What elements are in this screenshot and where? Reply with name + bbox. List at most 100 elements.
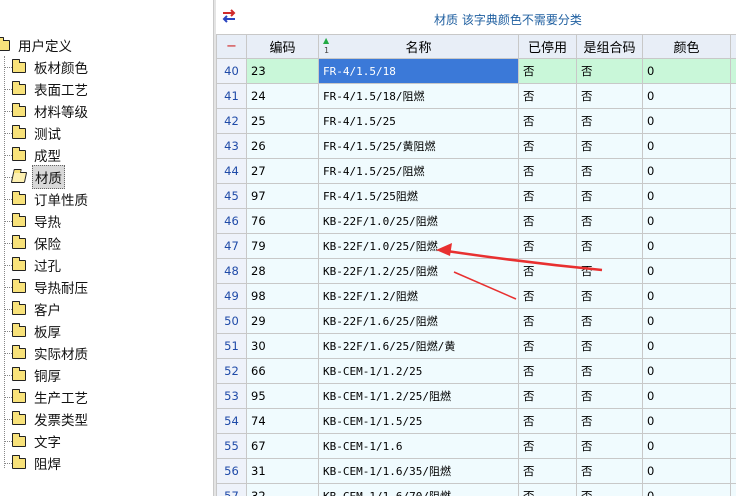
swap-arrows-icon[interactable] <box>221 9 237 23</box>
color-cell[interactable]: 0 <box>642 233 731 259</box>
is-combo-cell[interactable]: 否 <box>576 408 643 434</box>
table-row[interactable]: 55 67 KB-CEM-1/1.6 否否 0 <box>216 433 736 459</box>
column-header-color[interactable]: 颜色 <box>642 34 731 59</box>
tree-item[interactable]: 发票类型 <box>0 408 90 430</box>
code-cell[interactable]: 30 <box>246 333 319 359</box>
table-row[interactable]: 56 31 KB-CEM-1/1.6/35/阻燃否否 0 <box>216 458 736 484</box>
row-index-cell[interactable]: 45 <box>216 183 247 209</box>
name-cell[interactable]: KB-22F/1.2/阻燃 <box>318 283 519 309</box>
is-combo-cell[interactable]: 否 <box>576 308 643 334</box>
is-combo-cell[interactable]: 否 <box>576 233 643 259</box>
is-combo-cell[interactable]: 否 <box>576 483 643 496</box>
tree-root[interactable]: 用户定义 <box>0 35 74 55</box>
is-combo-cell[interactable]: 否 <box>576 133 643 159</box>
tree-item[interactable]: 材质 <box>0 165 65 189</box>
code-cell[interactable]: 66 <box>246 358 319 384</box>
color-cell[interactable]: 0 <box>642 108 731 134</box>
color-cell[interactable]: 0 <box>642 183 731 209</box>
is-combo-cell[interactable]: 否 <box>576 258 643 284</box>
tree-item[interactable]: 板厚 <box>0 320 63 342</box>
tree-item[interactable]: 材料等级 <box>0 100 90 122</box>
is-combo-cell[interactable]: 否 <box>576 83 643 109</box>
color-cell[interactable]: 0 <box>642 58 731 84</box>
row-index-cell[interactable]: 48 <box>216 258 247 284</box>
disabled-cell[interactable]: 否 <box>518 208 577 234</box>
color-cell[interactable]: 0 <box>642 408 731 434</box>
disabled-cell[interactable]: 否 <box>518 108 577 134</box>
color-cell[interactable]: 0 <box>642 308 731 334</box>
code-cell[interactable]: 23 <box>246 58 319 84</box>
code-cell[interactable]: 28 <box>246 258 319 284</box>
name-cell[interactable]: KB-22F/1.6/25/阻燃/黄 <box>318 333 519 359</box>
is-combo-cell[interactable]: 否 <box>576 158 643 184</box>
code-cell[interactable]: 67 <box>246 433 319 459</box>
table-row[interactable]: 51 30 KB-22F/1.6/25/阻燃/黄否否 0 <box>216 333 736 359</box>
name-cell[interactable]: KB-22F/1.2/25/阻燃 <box>318 258 519 284</box>
name-cell[interactable]: KB-22F/1.0/25/阻燃 <box>318 233 519 259</box>
row-index-cell[interactable]: 56 <box>216 458 247 484</box>
color-cell[interactable]: 0 <box>642 283 731 309</box>
disabled-cell[interactable]: 否 <box>518 183 577 209</box>
code-cell[interactable]: 25 <box>246 108 319 134</box>
table-row[interactable]: 40 23 FR-4/1.5/18 否否 0 <box>216 58 736 84</box>
table-row[interactable]: 41 24 FR-4/1.5/18/阻燃否否 0 <box>216 83 736 109</box>
disabled-cell[interactable]: 否 <box>518 83 577 109</box>
tree-item[interactable]: 导热耐压 <box>0 276 90 298</box>
is-combo-cell[interactable]: 否 <box>576 208 643 234</box>
code-cell[interactable]: 29 <box>246 308 319 334</box>
tree-item[interactable]: 阻焊 <box>0 452 63 474</box>
disabled-cell[interactable]: 否 <box>518 158 577 184</box>
tree-item[interactable]: 成型 <box>0 144 63 166</box>
table-row[interactable]: 52 66 KB-CEM-1/1.2/25 否否 0 <box>216 358 736 384</box>
disabled-cell[interactable]: 否 <box>518 483 577 496</box>
code-cell[interactable]: 76 <box>246 208 319 234</box>
table-row[interactable]: 44 27 FR-4/1.5/25/阻燃否否 0 <box>216 158 736 184</box>
column-header-code[interactable]: 编码 <box>246 34 319 59</box>
name-cell[interactable]: KB-CEM-1/1.2/25 <box>318 358 519 384</box>
disabled-cell[interactable]: 否 <box>518 133 577 159</box>
code-cell[interactable]: 97 <box>246 183 319 209</box>
tree-item[interactable]: 文字 <box>0 430 63 452</box>
column-header-disabled[interactable]: 已停用 <box>518 34 577 59</box>
table-row[interactable]: 47 79 KB-22F/1.0/25/阻燃否否 0 <box>216 233 736 259</box>
table-row[interactable]: 48 28 KB-22F/1.2/25/阻燃否否 0 <box>216 258 736 284</box>
is-combo-cell[interactable]: 否 <box>576 183 643 209</box>
row-index-cell[interactable]: 49 <box>216 283 247 309</box>
color-cell[interactable]: 0 <box>642 258 731 284</box>
tree-item[interactable]: 测试 <box>0 122 63 144</box>
color-cell[interactable]: 0 <box>642 433 731 459</box>
tree-item[interactable]: 保险 <box>0 232 63 254</box>
row-index-cell[interactable]: 50 <box>216 308 247 334</box>
color-cell[interactable]: 0 <box>642 83 731 109</box>
tree-item[interactable]: 生产工艺 <box>0 386 90 408</box>
row-index-cell[interactable]: 57 <box>216 483 247 496</box>
code-cell[interactable]: 32 <box>246 483 319 496</box>
color-cell[interactable]: 0 <box>642 133 731 159</box>
is-combo-cell[interactable]: 否 <box>576 433 643 459</box>
code-cell[interactable]: 24 <box>246 83 319 109</box>
tree-item[interactable]: 表面工艺 <box>0 78 90 100</box>
name-cell[interactable]: FR-4/1.5/25阻燃 <box>318 183 519 209</box>
row-index-cell[interactable]: 55 <box>216 433 247 459</box>
name-cell[interactable]: FR-4/1.5/25/黄阻燃 <box>318 133 519 159</box>
disabled-cell[interactable]: 否 <box>518 283 577 309</box>
color-cell[interactable]: 0 <box>642 358 731 384</box>
name-cell[interactable]: KB-CEM-1/1.6/35/阻燃 <box>318 458 519 484</box>
name-cell[interactable]: KB-CEM-1/1.6 <box>318 433 519 459</box>
tree-item[interactable]: 过孔 <box>0 254 63 276</box>
disabled-cell[interactable]: 否 <box>518 258 577 284</box>
name-cell[interactable]: FR-4/1.5/25 <box>318 108 519 134</box>
column-header-is-combo[interactable]: 是组合码 <box>576 34 643 59</box>
code-cell[interactable]: 26 <box>246 133 319 159</box>
row-index-cell[interactable]: 46 <box>216 208 247 234</box>
table-row[interactable]: 54 74 KB-CEM-1/1.5/25 否否 0 <box>216 408 736 434</box>
tree-item[interactable]: 客户 <box>0 298 63 320</box>
row-index-cell[interactable]: 41 <box>216 83 247 109</box>
table-row[interactable]: 45 97 FR-4/1.5/25阻燃否否 0 <box>216 183 736 209</box>
tree-item[interactable]: 实际材质 <box>0 342 90 364</box>
disabled-cell[interactable]: 否 <box>518 408 577 434</box>
table-row[interactable]: 46 76 KB-22F/1.0/25/阻燃否否 0 <box>216 208 736 234</box>
is-combo-cell[interactable]: 否 <box>576 333 643 359</box>
row-index-cell[interactable]: 51 <box>216 333 247 359</box>
code-cell[interactable]: 98 <box>246 283 319 309</box>
